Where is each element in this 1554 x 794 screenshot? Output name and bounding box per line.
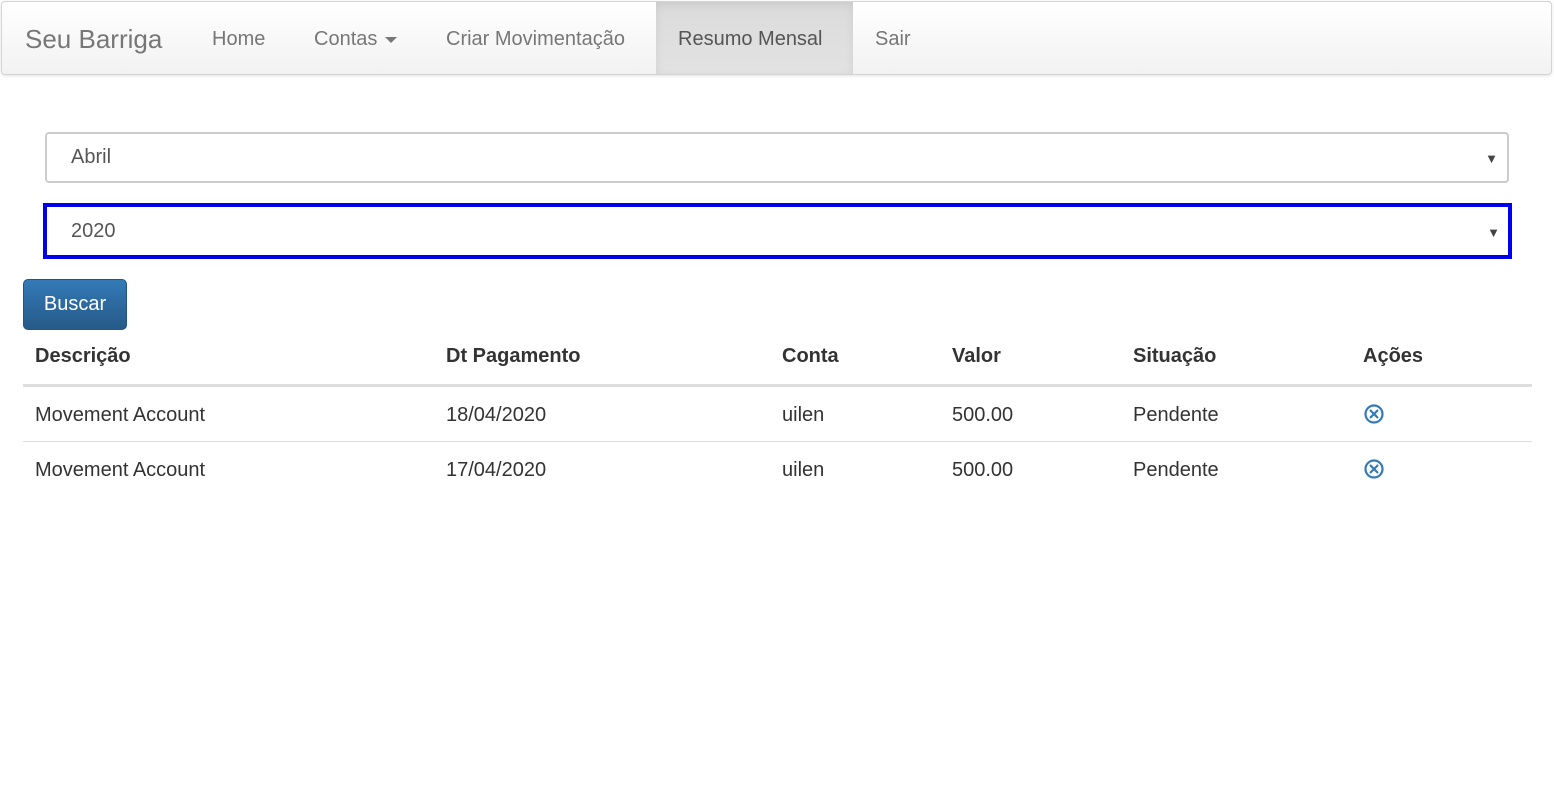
- cell-conta: uilen: [782, 404, 825, 426]
- nav-item-contas-label: Contas: [314, 28, 378, 50]
- cell-descricao: Movement Account: [35, 459, 206, 481]
- cell-conta: uilen: [782, 459, 825, 481]
- cell-descricao: Movement Account: [35, 404, 206, 426]
- nav-item-sair-label: Sair: [875, 28, 911, 50]
- column-header-situacao: Situação: [1133, 345, 1217, 367]
- nav-item-resumo-mensal[interactable]: Resumo Mensal: [656, 2, 853, 74]
- nav-item-criar-movimentacao[interactable]: Criar Movimentação: [424, 2, 647, 74]
- column-header-conta: Conta: [782, 345, 839, 367]
- table-row: Movement Account 18/04/2020 uilen 500.00…: [23, 387, 1532, 442]
- nav-item-home-label: Home: [212, 28, 266, 50]
- nav-item-home[interactable]: Home: [190, 2, 287, 74]
- table-row: Movement Account 17/04/2020 uilen 500.00…: [23, 442, 1532, 497]
- column-header-acoes: Ações: [1363, 345, 1424, 367]
- select-arrow-icon: ▼: [1485, 151, 1498, 166]
- cell-situacao: Pendente: [1133, 459, 1219, 481]
- navbar-brand[interactable]: Seu Barriga: [25, 22, 162, 56]
- month-select[interactable]: Abril ▼: [45, 132, 1509, 183]
- nav-item-resumo-mensal-label: Resumo Mensal: [678, 28, 823, 50]
- nav-item-sair[interactable]: Sair: [853, 2, 933, 74]
- cell-valor: 500.00: [952, 404, 1014, 426]
- remove-circle-icon[interactable]: [1363, 458, 1385, 480]
- navbar: Seu Barriga Home Contas Criar Movimentaç…: [1, 1, 1552, 75]
- select-arrow-icon: ▼: [1487, 225, 1500, 240]
- column-header-dt-pagamento: Dt Pagamento: [446, 345, 581, 367]
- month-select-value: Abril: [71, 146, 112, 168]
- cell-valor: 500.00: [952, 459, 1014, 481]
- nav-item-contas-dropdown[interactable]: Contas: [292, 2, 419, 74]
- nav-item-criar-movimentacao-label: Criar Movimentação: [446, 28, 625, 50]
- year-select-value: 2020: [71, 220, 116, 242]
- cell-dt-pagamento: 17/04/2020: [446, 459, 547, 481]
- year-select[interactable]: 2020 ▼: [43, 203, 1512, 259]
- remove-circle-icon[interactable]: [1363, 403, 1385, 425]
- cell-dt-pagamento: 18/04/2020: [446, 404, 547, 426]
- buscar-button[interactable]: Buscar: [23, 279, 127, 330]
- cell-situacao: Pendente: [1133, 404, 1219, 426]
- column-header-valor: Valor: [952, 345, 1001, 367]
- caret-down-icon: [385, 36, 398, 43]
- column-header-descricao: Descrição: [35, 345, 131, 367]
